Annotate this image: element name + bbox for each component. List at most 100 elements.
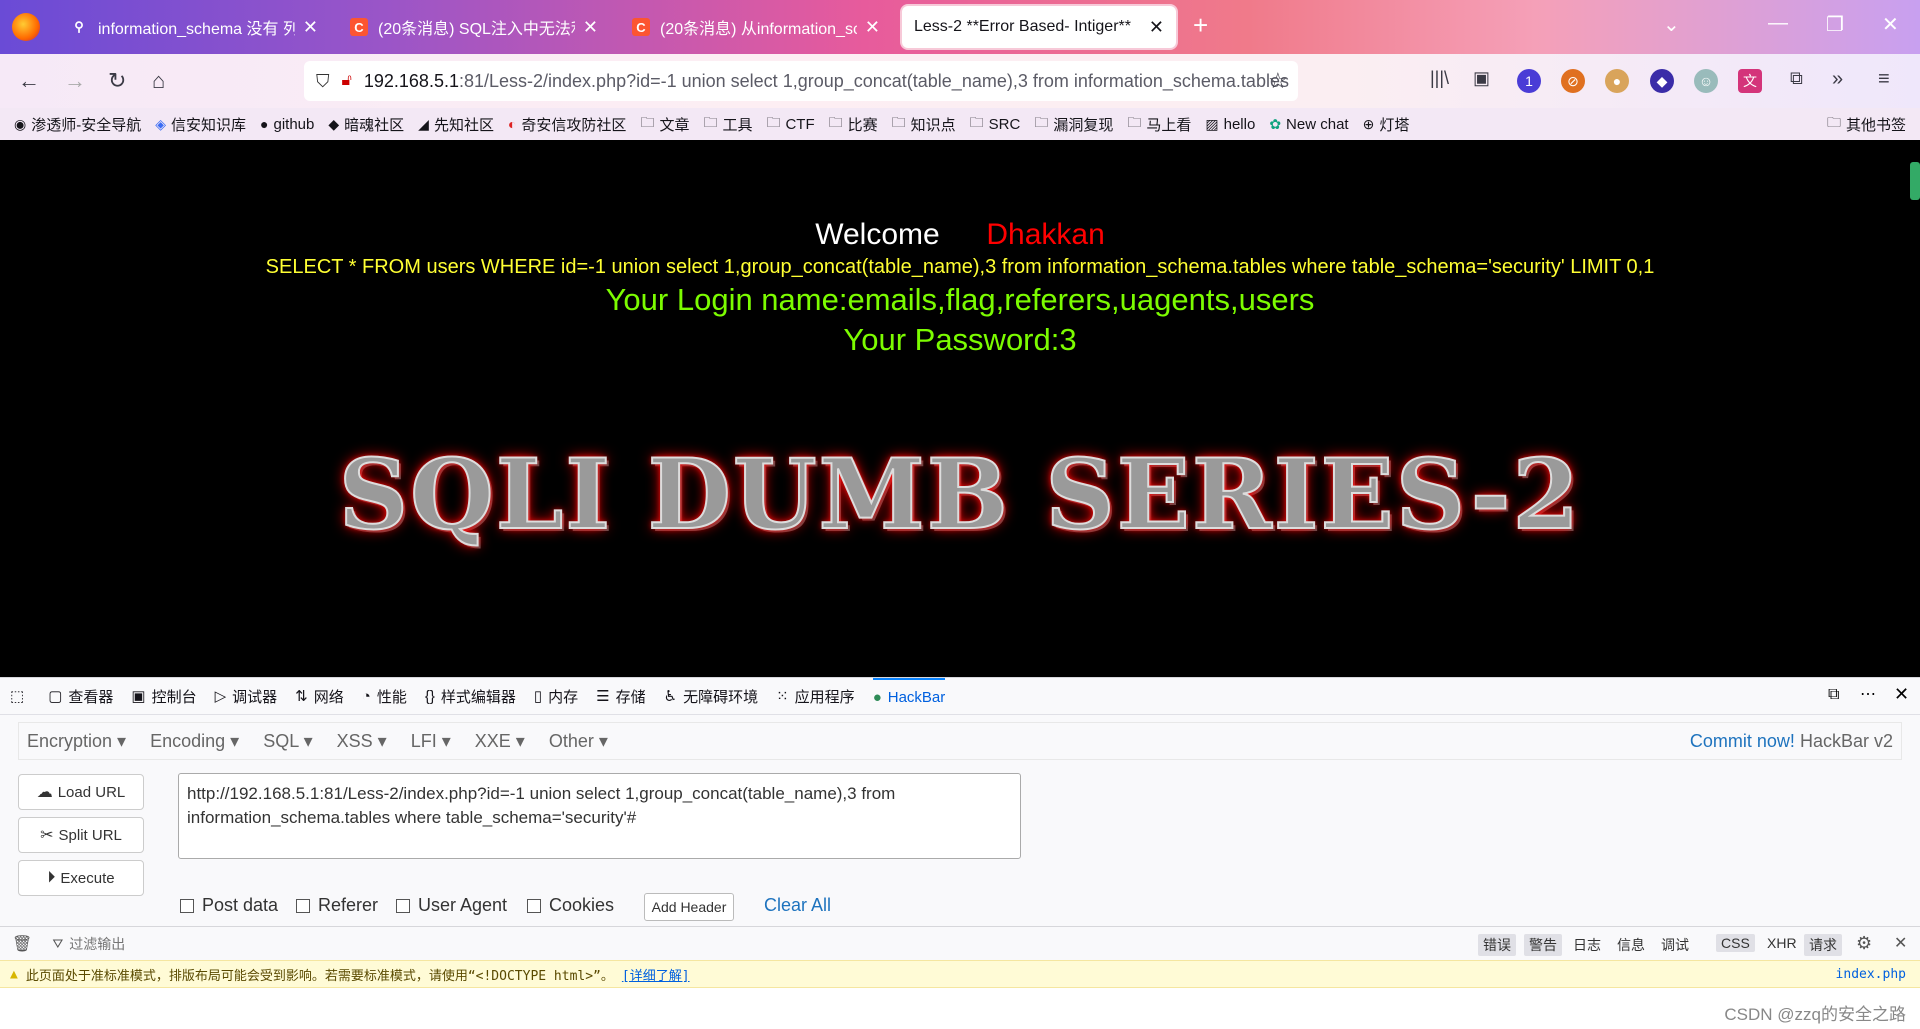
bookmark-item[interactable]: ● github	[260, 116, 314, 133]
menu-encryption[interactable]: Encryption ▾	[27, 731, 126, 752]
bookmark-folder[interactable]: 🗀︎ SRC	[970, 112, 1021, 136]
overflow-chevron-icon[interactable]: »	[1832, 68, 1843, 91]
tab-information-schema[interactable]: ⚲ information_schema 没有 列名 ✕	[58, 6, 330, 48]
add-header-button[interactable]: Add Header	[644, 893, 734, 921]
tab-csdn-1[interactable]: C (20条消息) SQL注入中无法利用 ✕	[338, 6, 610, 48]
bookmark-item[interactable]: ▨ hello	[1205, 116, 1255, 133]
bookmark-star-icon[interactable]: ☆	[1268, 68, 1288, 94]
level-css[interactable]: CSS	[1716, 934, 1755, 952]
hackbar-url-textarea[interactable]: http://192.168.5.1:81/Less-2/index.php?i…	[178, 773, 1021, 859]
menu-xss[interactable]: XSS ▾	[337, 731, 387, 752]
sidebar-icon[interactable]: ▣	[1473, 68, 1490, 89]
bookmark-item[interactable]: ◐ 奇安信攻防社区	[508, 114, 626, 135]
forward-icon[interactable]: →	[64, 68, 86, 94]
insecure-lock-icon[interactable]: 🔓︎	[342, 72, 352, 90]
bookmark-folder[interactable]: 🗀︎ 比赛	[829, 112, 878, 136]
close-console-icon[interactable]: ✕	[1894, 933, 1907, 953]
trash-icon[interactable]: 🗑︎	[12, 934, 32, 954]
load-url-button[interactable]: ☁ Load URL	[18, 774, 144, 810]
dock-icon[interactable]: ⧉	[1828, 686, 1839, 704]
level-errors[interactable]: 错误	[1478, 934, 1516, 956]
side-widget[interactable]	[1910, 162, 1920, 200]
commit-link[interactable]: Commit now!	[1690, 731, 1795, 751]
learn-more-link[interactable]: [详细了解]	[622, 965, 690, 984]
level-requests[interactable]: 请求	[1804, 934, 1842, 956]
tab-debugger[interactable]: ▷ 调试器	[215, 686, 278, 707]
menu-xxe[interactable]: XXE ▾	[475, 731, 525, 752]
menu-sql[interactable]: SQL ▾	[263, 731, 312, 752]
referer-checkbox[interactable]: Referer	[296, 895, 378, 916]
element-picker-icon[interactable]: ⬚	[10, 687, 30, 705]
bookmark-item[interactable]: ◈ 信安知识库	[155, 114, 246, 135]
wappalyzer-icon[interactable]: ◆	[1650, 69, 1674, 93]
level-warnings[interactable]: 警告	[1524, 934, 1562, 956]
list-all-tabs-icon[interactable]: ⌄	[1663, 12, 1680, 37]
tab-memory[interactable]: ▯ 内存	[534, 686, 578, 707]
post-data-checkbox[interactable]: Post data	[180, 895, 278, 916]
tab-console[interactable]: ▣ 控制台	[131, 686, 196, 707]
close-window-icon[interactable]: ✕	[1882, 12, 1899, 37]
block-extension-icon[interactable]: ⊘	[1561, 69, 1585, 93]
source-link[interactable]: index.php	[1836, 967, 1906, 982]
library-icon[interactable]: |||\	[1430, 68, 1449, 89]
tab-hackbar[interactable]: ● HackBar	[872, 678, 946, 714]
tab-less-2[interactable]: Less-2 **Error Based- Intiger** ✕	[902, 6, 1176, 48]
level-debug[interactable]: 调试	[1656, 934, 1694, 956]
back-icon[interactable]: ←	[18, 68, 40, 94]
menu-icon[interactable]: ≡	[1878, 68, 1890, 91]
split-url-button[interactable]: ✂ Split URL	[18, 817, 144, 853]
filter-input[interactable]	[69, 935, 370, 952]
bookmark-item[interactable]: ◉ 渗透师-安全导航	[14, 114, 141, 135]
translate-icon[interactable]: 文	[1738, 69, 1762, 93]
tab-application[interactable]: ⁙ 应用程序	[776, 686, 855, 707]
settings-gear-icon[interactable]: ⚙	[1856, 933, 1872, 954]
avatar-extension-icon[interactable]: ☺	[1694, 69, 1718, 93]
address-bar[interactable]: ⛉ 🔓︎ 192.168.5.1 :81/Less-2/index.php?id…	[304, 61, 1298, 101]
bookmark-item[interactable]: ⊕ 灯塔	[1363, 114, 1410, 135]
close-tab-icon[interactable]: ✕	[303, 17, 318, 38]
level-info[interactable]: 信息	[1612, 934, 1650, 956]
user-agent-checkbox[interactable]: User Agent	[396, 895, 507, 916]
tab-storage[interactable]: ☰ 存储	[596, 686, 645, 707]
bookmark-item[interactable]: ✿ New chat	[1269, 116, 1348, 133]
firefox-logo-icon[interactable]	[12, 13, 40, 41]
tab-style-editor[interactable]: {} 样式编辑器	[425, 686, 516, 707]
bookmark-folder[interactable]: 🗀︎ 文章	[640, 112, 689, 136]
new-tab-button[interactable]: +	[1193, 10, 1208, 41]
extensions-icon[interactable]: ⧉	[1790, 68, 1803, 89]
close-tab-icon[interactable]: ✕	[1149, 17, 1164, 38]
cookies-checkbox[interactable]: Cookies	[527, 895, 614, 916]
level-logs[interactable]: 日志	[1568, 934, 1606, 956]
more-options-icon[interactable]: ⋯	[1860, 684, 1876, 704]
other-bookmarks-folder[interactable]: 🗀︎ 其他书签	[1827, 112, 1906, 136]
close-tab-icon[interactable]: ✕	[583, 17, 598, 38]
console-input-area[interactable]	[0, 988, 1920, 1029]
menu-lfi[interactable]: LFI ▾	[411, 731, 451, 752]
execute-button[interactable]: ⏵︎ Execute	[18, 860, 144, 896]
reload-icon[interactable]: ↻	[108, 68, 126, 94]
menu-encoding[interactable]: Encoding ▾	[150, 731, 239, 752]
restore-icon[interactable]: ❐	[1826, 12, 1844, 37]
extension-badge-icon[interactable]: 1	[1517, 69, 1541, 93]
bookmark-folder[interactable]: 🗀︎ 漏洞复现	[1034, 112, 1113, 136]
close-tab-icon[interactable]: ✕	[865, 17, 880, 38]
close-devtools-icon[interactable]: ✕	[1894, 684, 1909, 705]
tab-network[interactable]: ⇅ 网络	[295, 686, 344, 707]
tab-inspector[interactable]: ▢ 查看器	[48, 686, 113, 707]
shield-icon[interactable]: ⛉	[316, 71, 330, 92]
bookmark-item[interactable]: ◢ 先知社区	[418, 114, 494, 135]
bookmark-folder[interactable]: 🗀︎ CTF	[766, 112, 814, 136]
home-icon[interactable]: ⌂	[152, 68, 165, 94]
minimize-icon[interactable]: —	[1768, 12, 1788, 35]
level-xhr[interactable]: XHR	[1762, 934, 1802, 952]
menu-other[interactable]: Other ▾	[549, 731, 608, 752]
bookmark-folder[interactable]: 🗀︎ 工具	[703, 112, 752, 136]
bookmark-item[interactable]: ◆ 暗魂社区	[328, 114, 404, 135]
bookmark-folder[interactable]: 🗀︎ 知识点	[892, 112, 956, 136]
tab-performance[interactable]: ◔ 性能	[362, 686, 407, 707]
clear-all-link[interactable]: Clear All	[764, 895, 831, 916]
tab-csdn-2[interactable]: C (20条消息) 从information_sch ✕	[620, 6, 892, 48]
cookie-icon[interactable]: ●	[1605, 69, 1629, 93]
tab-accessibility[interactable]: ♿︎ 无障碍环境	[664, 686, 758, 707]
bookmark-folder[interactable]: 🗀︎ 马上看	[1127, 112, 1191, 136]
